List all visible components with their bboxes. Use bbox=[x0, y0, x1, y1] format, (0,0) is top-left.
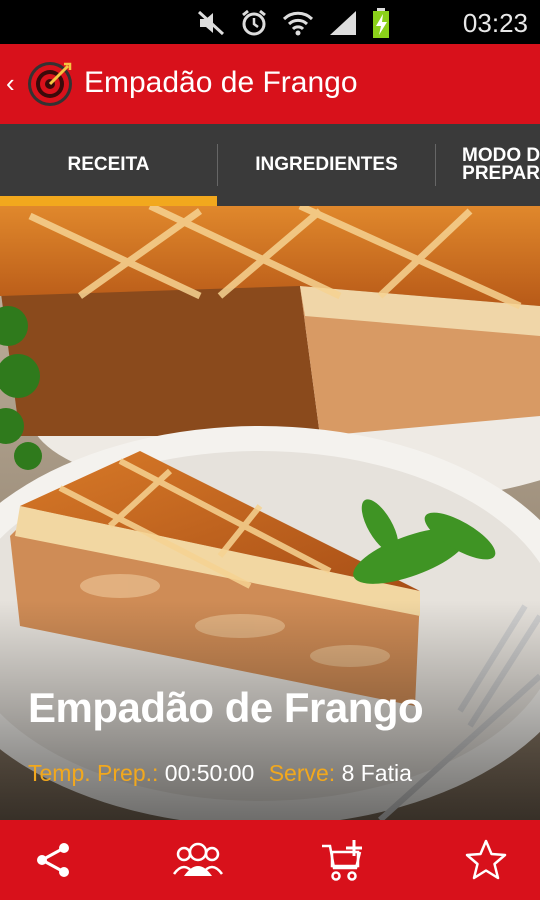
serves-value: 8 Fatia bbox=[341, 760, 412, 786]
bottom-action-bar bbox=[0, 820, 540, 900]
recipe-meta: Temp. Prep.: 00:50:00 Serve: 8 Fatia bbox=[28, 760, 412, 787]
tab-modo-line2: PREPAR bbox=[462, 163, 540, 184]
app-title: Empadão de Frango bbox=[84, 66, 358, 99]
favorite-button[interactable] bbox=[460, 834, 512, 886]
add-to-cart-button[interactable] bbox=[318, 834, 370, 886]
share-icon bbox=[37, 843, 69, 877]
tab-bar: RECEITA INGREDIENTES MODO D PREPAR bbox=[0, 124, 540, 206]
status-icons bbox=[196, 8, 390, 38]
target-logo-icon[interactable] bbox=[26, 60, 74, 108]
selected-tab-indicator bbox=[0, 196, 217, 206]
wifi-icon bbox=[282, 11, 314, 36]
status-time: 03:23 bbox=[462, 8, 528, 38]
tab-modo-de-preparo[interactable]: MODO D PREPAR bbox=[436, 124, 540, 206]
prep-time-label: Temp. Prep.: bbox=[28, 760, 159, 786]
favorite-star-icon bbox=[465, 839, 507, 880]
recipe-title: Empadão de Frango bbox=[28, 684, 424, 731]
tab-modo-label: MODO D PREPAR bbox=[462, 146, 540, 184]
back-icon[interactable]: ‹ bbox=[6, 68, 15, 99]
alarm-icon bbox=[242, 9, 266, 36]
friends-button[interactable] bbox=[172, 834, 224, 886]
share-button[interactable] bbox=[28, 834, 80, 886]
status-bar: 03:23 bbox=[0, 0, 540, 44]
friends-icon bbox=[172, 842, 224, 876]
add-to-cart-icon bbox=[322, 840, 362, 881]
serves-label: Serve: bbox=[268, 760, 336, 786]
tab-receita[interactable]: RECEITA bbox=[0, 124, 217, 206]
action-bar: ‹ Empadão de Frango bbox=[0, 44, 540, 124]
signal-icon bbox=[330, 11, 356, 35]
mute-icon bbox=[197, 10, 225, 36]
tab-ingredientes[interactable]: INGREDIENTES bbox=[218, 124, 435, 206]
prep-time-value: 00:50:00 bbox=[164, 760, 255, 786]
battery-charging-icon bbox=[373, 8, 389, 38]
